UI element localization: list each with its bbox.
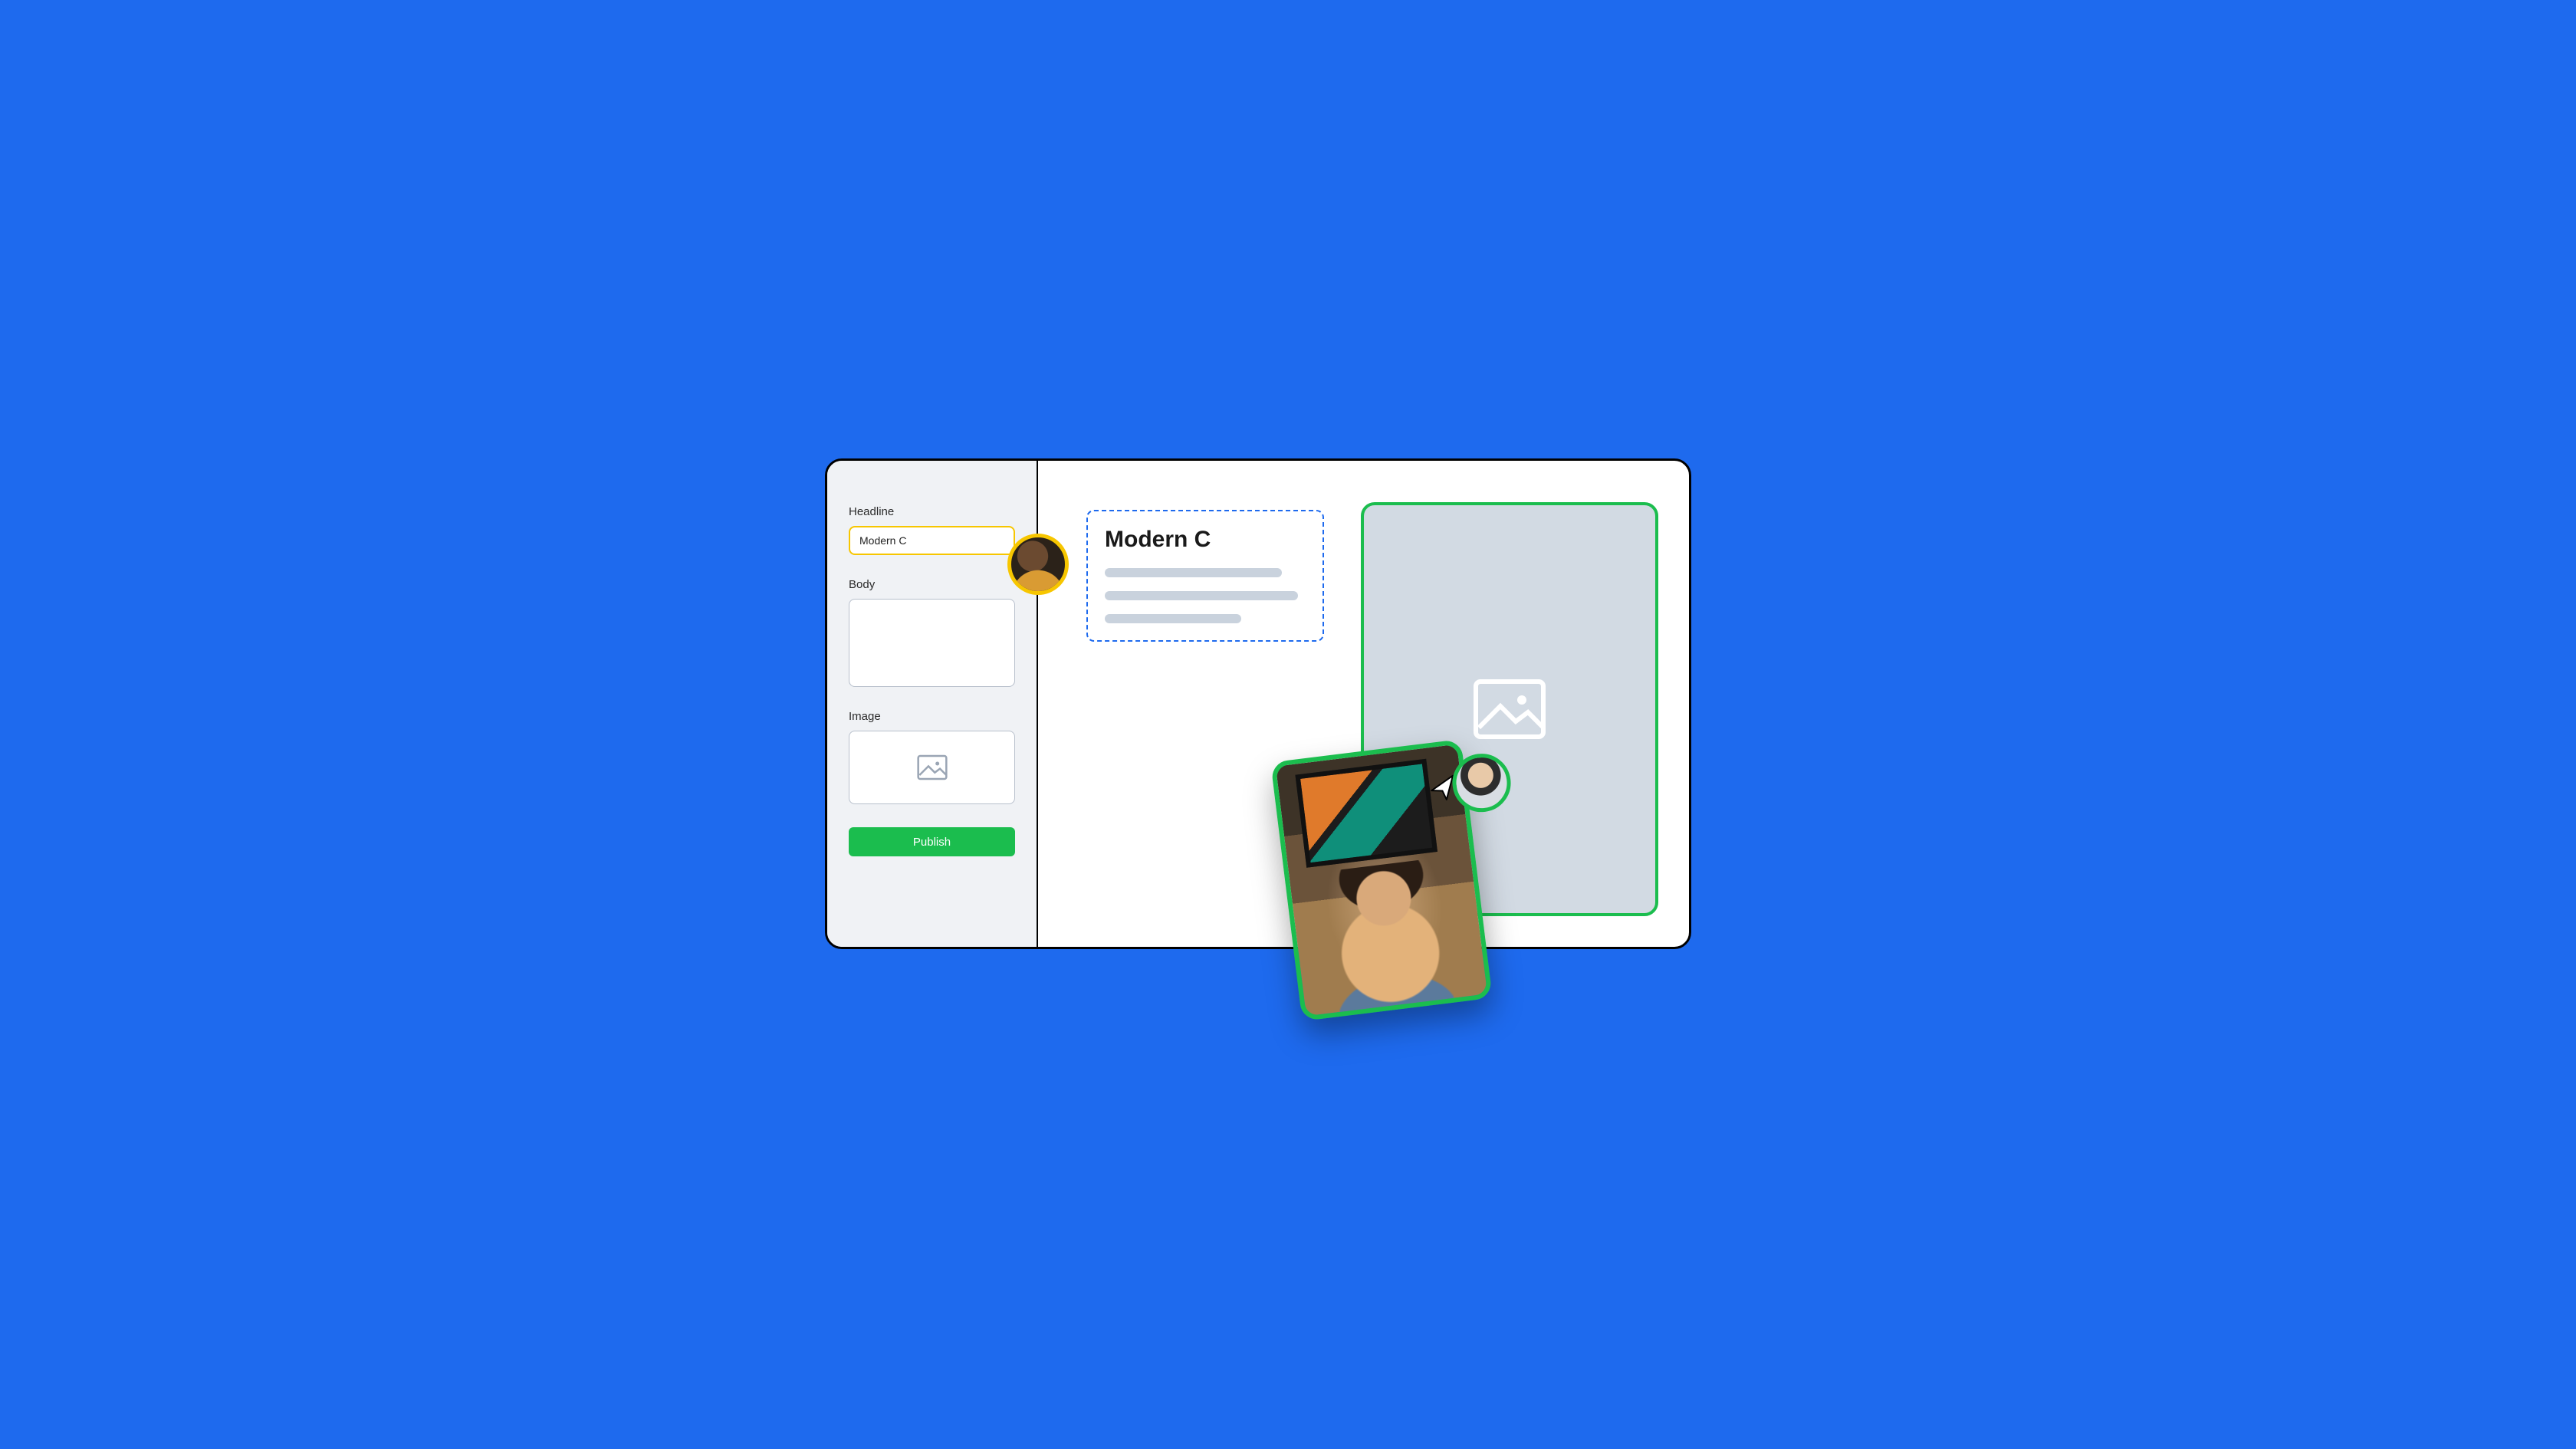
dragging-image-asset[interactable] [1270, 739, 1493, 1021]
image-placeholder-icon [917, 754, 948, 780]
collaborator-cursor-avatar-2 [1449, 751, 1514, 816]
image-label: Image [849, 710, 1015, 723]
image-upload-dropzone[interactable] [849, 731, 1015, 804]
body-label: Body [849, 578, 1015, 591]
image-placeholder-icon [1473, 678, 1546, 740]
preview-title: Modern C [1105, 527, 1306, 553]
body-input[interactable] [849, 599, 1015, 687]
editor-window: Headline Body Image Publish Modern C [825, 458, 1691, 949]
publish-button[interactable]: Publish [849, 827, 1015, 856]
headline-label: Headline [849, 505, 1015, 518]
stage: Headline Body Image Publish Modern C [699, 393, 1877, 1056]
collaborator-cursor-2 [1423, 751, 1513, 819]
preview-body-skeleton-line [1105, 591, 1298, 600]
preview-body-skeleton-line [1105, 568, 1282, 577]
headline-input[interactable] [849, 526, 1015, 555]
collaborator-cursor-avatar-1 [1007, 534, 1069, 595]
headline-preview-card[interactable]: Modern C [1086, 510, 1324, 642]
preview-body-skeleton-line [1105, 614, 1241, 623]
sidebar: Headline Body Image Publish [827, 461, 1038, 947]
